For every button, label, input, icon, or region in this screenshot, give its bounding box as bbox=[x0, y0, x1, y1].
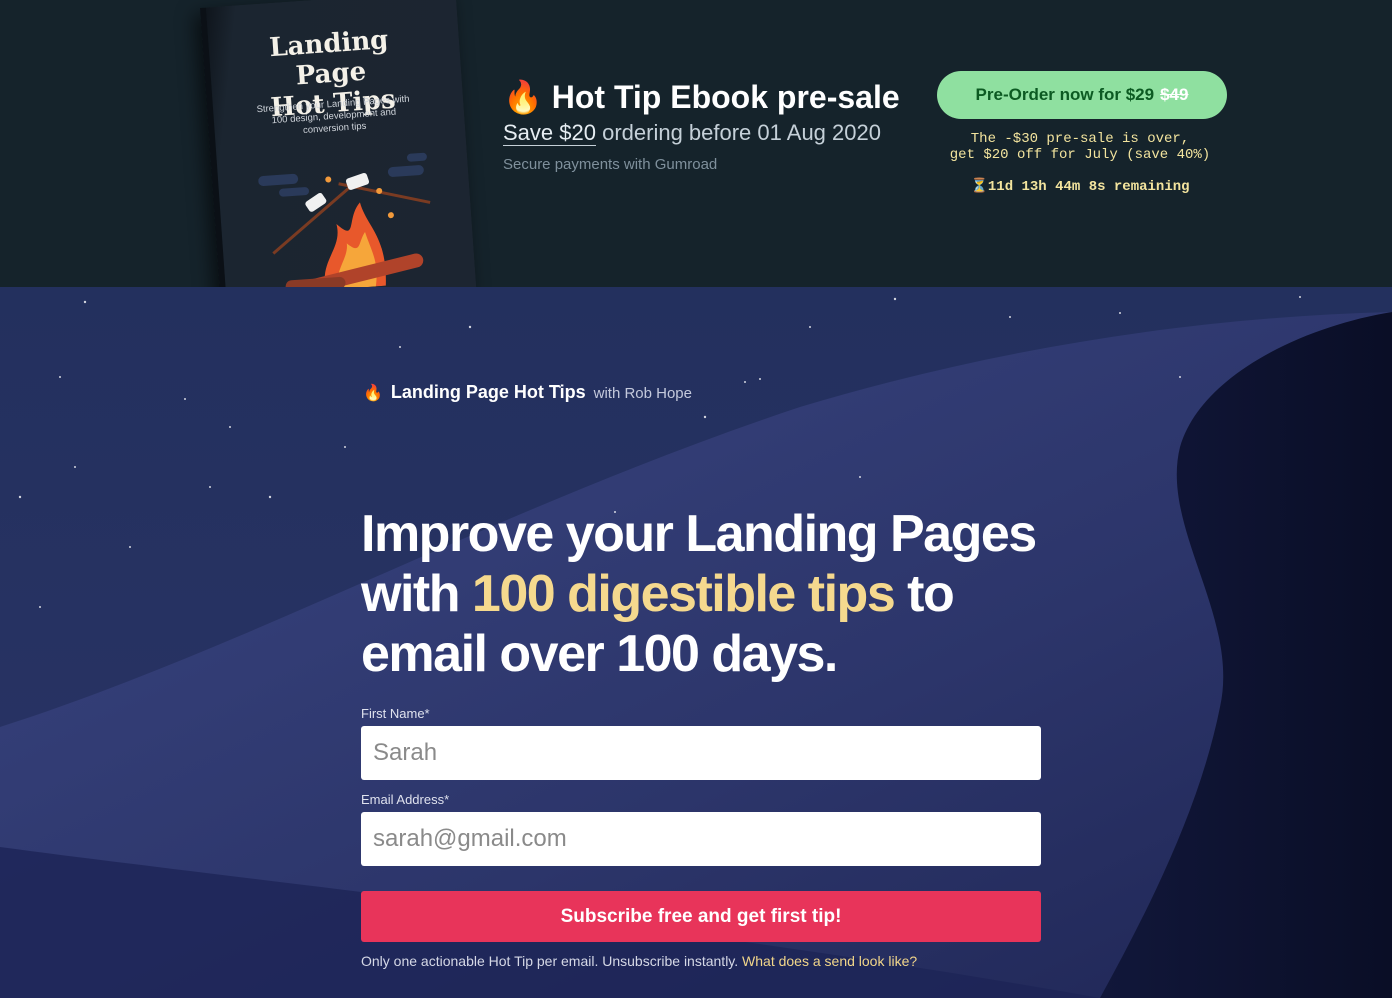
first-name-label: First Name* bbox=[361, 706, 430, 721]
presale-title: 🔥 Hot Tip Ebook pre-sale bbox=[503, 79, 900, 115]
sample-send-link[interactable]: What does a send look like? bbox=[742, 953, 917, 969]
secure-payments-text: Secure payments with Gumroad bbox=[503, 156, 718, 173]
presale-subtitle: Save $20 ordering before 01 Aug 2020 bbox=[503, 120, 881, 146]
presale-note: The -$30 pre-sale is over, get $20 off f… bbox=[949, 131, 1211, 163]
fire-icon: 🔥 bbox=[503, 79, 543, 115]
preorder-label: Pre-Order now for $29 bbox=[975, 85, 1155, 104]
brand-author: with Rob Hope bbox=[593, 385, 692, 402]
email-input[interactable] bbox=[361, 812, 1041, 866]
presale-banner: Landing Page Hot Tips Strengthen your La… bbox=[0, 0, 1392, 287]
hero-headline: Improve your Landing Pages with 100 dige… bbox=[361, 505, 1037, 683]
save-link[interactable]: Save $20 bbox=[503, 120, 596, 146]
brand-name: Landing Page Hot Tips bbox=[390, 382, 586, 402]
email-label: Email Address* bbox=[361, 792, 450, 807]
campfire-illustration bbox=[258, 152, 431, 287]
subscribe-button[interactable]: Subscribe free and get first tip! bbox=[361, 891, 1041, 942]
fire-icon: 🔥 bbox=[363, 385, 383, 402]
preorder-button[interactable]: Pre-Order now for $29 $49 bbox=[937, 71, 1227, 119]
countdown-timer: ⏳11d 13h 44m 8s remaining bbox=[970, 179, 1190, 195]
hero-section: 🔥 Landing Page Hot Tips with Rob Hope Im… bbox=[0, 287, 1392, 998]
ebook-cover-image[interactable]: Landing Page Hot Tips Strengthen your La… bbox=[200, 0, 477, 287]
subscribe-footnote: Only one actionable Hot Tip per email. U… bbox=[361, 953, 918, 969]
old-price: $49 bbox=[1160, 85, 1189, 104]
headline-highlight: 100 digestible tips bbox=[471, 565, 896, 623]
brand-header[interactable]: 🔥 Landing Page Hot Tips with Rob Hope bbox=[363, 382, 692, 403]
first-name-input[interactable] bbox=[361, 726, 1041, 780]
